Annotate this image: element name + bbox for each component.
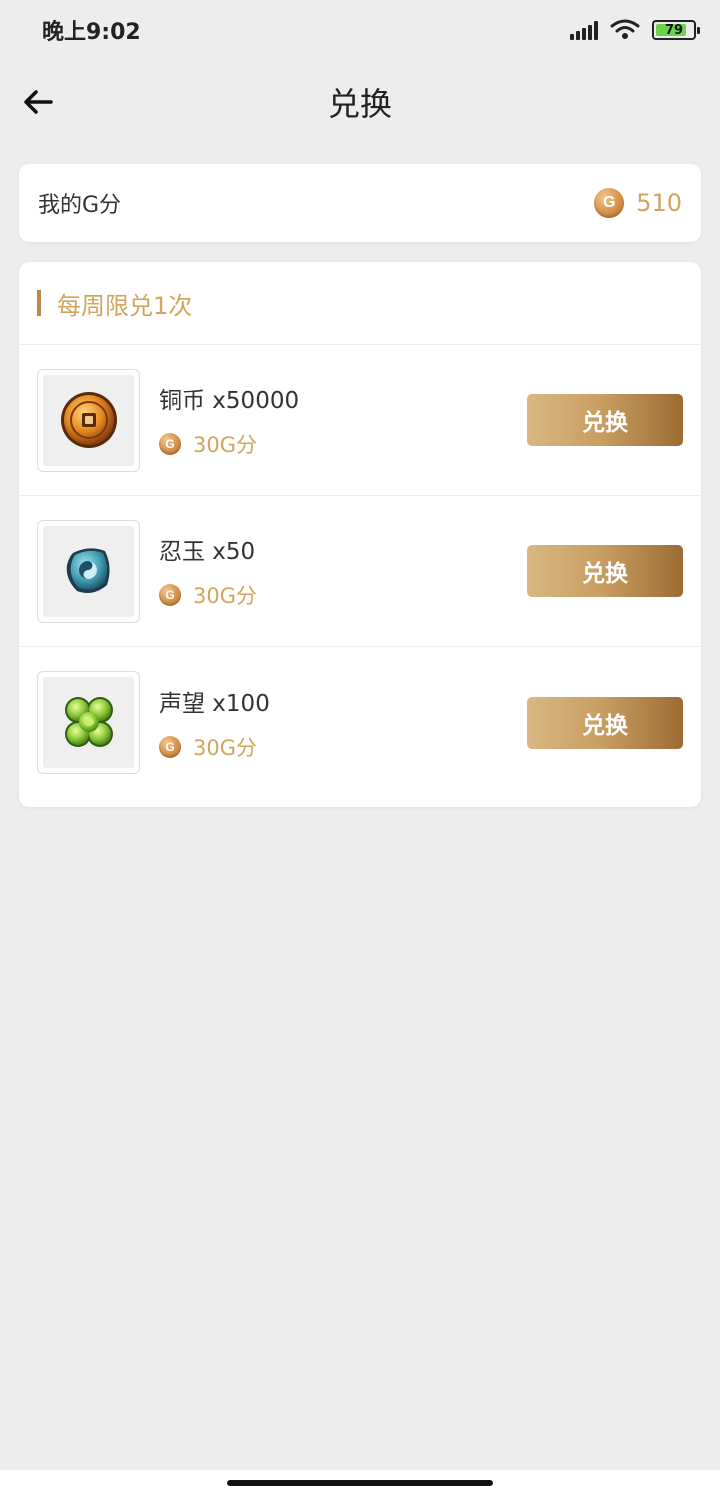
back-arrow-icon [24,90,53,114]
g-coin-icon: G [594,188,625,218]
balance-card: 我的G分 G 510 [19,164,701,242]
wifi-icon [610,19,640,39]
balance-amount: G 510 [594,188,682,218]
section-header: 每周限兑1次 [19,262,701,345]
item-thumbnail [37,519,140,623]
g-coin-icon: G [159,584,181,606]
status-bar: 晚上9:02 79 [0,0,720,60]
item-thumbnail [37,368,140,472]
item-cost: 30G分 [193,735,257,760]
section-title: 每周限兑1次 [57,291,193,320]
copper-coin-icon [60,392,117,448]
item-name: 铜币 x50000 [159,388,300,414]
home-indicator[interactable] [227,1480,493,1486]
item-info: 忍玉 x50 G 30G分 [159,532,527,610]
item-price: G 30G分 [159,732,527,762]
exchange-button[interactable]: 兑换 [527,545,683,597]
balance-label: 我的G分 [38,193,122,218]
status-time: 晚上9:02 [42,20,141,45]
ninja-jade-icon [66,548,110,593]
g-coin-icon: G [159,433,181,455]
item-info: 铜币 x50000 G 30G分 [159,381,527,459]
exchange-button[interactable]: 兑换 [527,394,683,446]
item-name: 忍玉 x50 [159,539,256,565]
reputation-clover-icon [64,696,113,747]
exchange-list-card: 每周限兑1次 铜币 x50000 G 30G分 兑换 忍玉 x50 G 30G分… [19,262,701,807]
list-item: 声望 x100 G 30G分 兑换 [19,647,701,798]
item-cost: 30G分 [193,584,257,608]
list-item: 忍玉 x50 G 30G分 兑换 [19,496,701,647]
list-item: 铜币 x50000 G 30G分 兑换 [19,345,701,496]
status-icons: 79 [570,18,700,42]
item-price: G 30G分 [159,429,527,459]
home-indicator-bar [0,1470,720,1499]
exchange-button[interactable]: 兑换 [527,696,683,749]
battery-level: 79 [664,22,684,38]
page-title: 兑换 [327,85,392,123]
battery-icon: 79 [652,20,700,40]
item-cost: 30G分 [193,433,257,457]
signal-icon [570,20,598,40]
balance-value: 510 [636,189,682,217]
header: 兑换 [0,62,720,142]
item-name: 声望 x100 [159,690,270,717]
item-thumbnail [37,671,140,774]
back-button[interactable] [18,82,58,122]
section-marker [37,290,41,316]
g-coin-icon: G [159,735,181,758]
item-info: 声望 x100 G 30G分 [159,684,527,762]
item-price: G 30G分 [159,580,527,610]
